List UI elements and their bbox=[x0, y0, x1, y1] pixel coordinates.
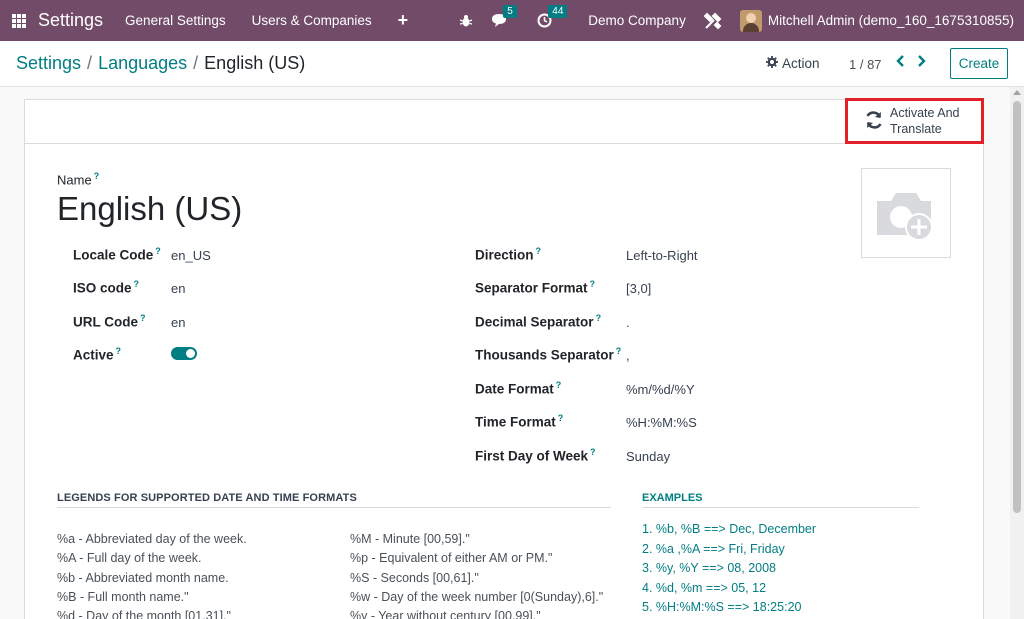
help-tooltip-icon[interactable]: ? bbox=[134, 279, 140, 289]
example-item: 5. %H:%M:%S ==> 18:25:20 bbox=[642, 600, 802, 614]
activate-and-translate-label: Activate And Translate bbox=[890, 106, 960, 136]
activities-icon[interactable]: 44 bbox=[537, 5, 568, 28]
legend-item: %M - Minute [00,59]." bbox=[350, 532, 470, 546]
thousands-separator-value[interactable]: , bbox=[626, 348, 630, 363]
help-tooltip-icon[interactable]: ? bbox=[140, 313, 146, 323]
navbar-systray: 5 44 Demo Company Mitchell Admin (demo_1… bbox=[459, 0, 1014, 41]
time-format-value[interactable]: %H:%M:%S bbox=[626, 415, 697, 430]
examples-divider bbox=[642, 507, 919, 508]
messages-badge: 5 bbox=[503, 5, 517, 18]
menu-general-settings[interactable]: General Settings bbox=[125, 13, 226, 28]
control-panel: Settings / Languages / English (US) Action 1… bbox=[0, 41, 1024, 87]
help-tooltip-icon[interactable]: ? bbox=[590, 447, 596, 457]
legends-title: LEGENDS FOR SUPPORTED DATE AND TIME FORM… bbox=[57, 492, 357, 504]
user-avatar[interactable] bbox=[739, 9, 762, 32]
scroll-up-arrow-icon[interactable] bbox=[1013, 90, 1021, 95]
pager-previous-icon[interactable] bbox=[895, 54, 905, 73]
record-name-field[interactable]: English (US) bbox=[57, 190, 242, 228]
form-statusbar: Activate And Translate bbox=[25, 98, 984, 144]
active-label: Active? bbox=[73, 346, 122, 363]
breadcrumb-languages[interactable]: Languages bbox=[98, 53, 187, 73]
help-tooltip-icon[interactable]: ? bbox=[155, 246, 161, 256]
image-upload[interactable] bbox=[861, 168, 951, 258]
direction-label: Direction? bbox=[475, 246, 542, 263]
thousands-separator-label: Thousands Separator? bbox=[475, 346, 622, 363]
activate-and-translate-button[interactable]: Activate And Translate bbox=[845, 98, 984, 144]
menu-plus-icon[interactable]: + bbox=[398, 10, 409, 31]
help-tooltip-icon[interactable]: ? bbox=[536, 246, 542, 256]
scrollbar-thumb[interactable] bbox=[1013, 101, 1021, 513]
name-label: Name? bbox=[57, 171, 100, 188]
action-button[interactable]: Action bbox=[766, 56, 820, 71]
help-tooltip-icon[interactable]: ? bbox=[94, 171, 100, 181]
direction-value[interactable]: Left-to-Right bbox=[626, 248, 698, 263]
company-switcher[interactable]: Demo Company bbox=[588, 13, 686, 28]
activities-badge: 44 bbox=[548, 5, 568, 18]
help-tooltip-icon[interactable]: ? bbox=[590, 279, 596, 289]
legend-item: %b - Abbreviated month name. bbox=[57, 571, 229, 585]
active-toggle[interactable] bbox=[171, 347, 197, 360]
legend-item: %A - Full day of the week. bbox=[57, 551, 202, 565]
pager-value[interactable]: 1 / 87 bbox=[849, 57, 882, 72]
legend-item: %p - Equivalent of either AM or PM." bbox=[350, 551, 553, 565]
action-label: Action bbox=[782, 56, 820, 71]
separator-format-value[interactable]: [3,0] bbox=[626, 281, 651, 296]
create-button[interactable]: Create bbox=[950, 48, 1008, 79]
separator-format-label: Separator Format? bbox=[475, 279, 596, 296]
example-item: 4. %d, %m ==> 05, 12 bbox=[642, 581, 767, 595]
camera-plus-icon bbox=[877, 193, 933, 241]
locale-code-value[interactable]: en_US bbox=[171, 248, 211, 263]
first-day-of-week-label: First Day of Week? bbox=[475, 447, 596, 464]
menu-users-companies[interactable]: Users & Companies bbox=[252, 13, 372, 28]
breadcrumb-current: English (US) bbox=[204, 53, 306, 73]
example-item: 3. %y, %Y ==> 08, 2008 bbox=[642, 561, 777, 575]
help-tooltip-icon[interactable]: ? bbox=[616, 346, 622, 356]
example-item: 1. %b, %B ==> Dec, December bbox=[642, 522, 817, 536]
legend-item: %a - Abbreviated day of the week. bbox=[57, 532, 247, 546]
breadcrumb: Settings / Languages / English (US) bbox=[16, 53, 305, 74]
decimal-separator-value[interactable]: . bbox=[626, 315, 630, 330]
breadcrumb-separator: / bbox=[87, 53, 93, 73]
iso-code-label: ISO code? bbox=[73, 279, 140, 296]
examples-title: EXAMPLES bbox=[642, 492, 703, 504]
page-scrollbar[interactable] bbox=[1010, 87, 1024, 619]
tools-icon[interactable] bbox=[703, 12, 722, 30]
help-tooltip-icon[interactable]: ? bbox=[558, 413, 564, 423]
messages-icon[interactable]: 5 bbox=[491, 5, 517, 28]
locale-code-label: Locale Code? bbox=[73, 246, 161, 263]
first-day-of-week-value[interactable]: Sunday bbox=[626, 449, 670, 464]
help-tooltip-icon[interactable]: ? bbox=[116, 346, 122, 356]
decimal-separator-label: Decimal Separator? bbox=[475, 313, 602, 330]
refresh-icon bbox=[864, 110, 884, 133]
url-code-label: URL Code? bbox=[73, 313, 146, 330]
bug-icon[interactable] bbox=[459, 14, 473, 28]
breadcrumb-separator: / bbox=[193, 53, 199, 73]
legend-item: %w - Day of the week number [0(Sunday),6… bbox=[350, 590, 604, 604]
pager-next-icon[interactable] bbox=[917, 54, 927, 73]
top-navbar: Settings General Settings Users & Compan… bbox=[0, 0, 1024, 41]
app-name[interactable]: Settings bbox=[38, 10, 103, 31]
example-item: 2. %a ,%A ==> Fri, Friday bbox=[642, 542, 785, 556]
url-code-value[interactable]: en bbox=[171, 315, 185, 330]
legends-divider bbox=[57, 507, 611, 508]
legend-item: %S - Seconds [00,61]." bbox=[350, 571, 479, 585]
legend-item: %B - Full month name." bbox=[57, 590, 189, 604]
help-tooltip-icon[interactable]: ? bbox=[556, 380, 562, 390]
iso-code-value[interactable]: en bbox=[171, 281, 185, 296]
legend-item: %d - Day of the month [01,31]." bbox=[57, 609, 231, 619]
help-tooltip-icon[interactable]: ? bbox=[596, 313, 602, 323]
user-menu[interactable]: Mitchell Admin (demo_160_1675310855) bbox=[768, 13, 1014, 28]
time-format-label: Time Format? bbox=[475, 413, 564, 430]
date-format-value[interactable]: %m/%d/%Y bbox=[626, 382, 695, 397]
gear-icon bbox=[766, 56, 778, 71]
date-format-label: Date Format? bbox=[475, 380, 562, 397]
legend-item: %y - Year without century [00,99]." bbox=[350, 609, 541, 619]
form-sheet: Activate And Translate Name? English (US… bbox=[24, 98, 984, 619]
apps-menu-icon[interactable] bbox=[12, 13, 26, 28]
breadcrumb-settings[interactable]: Settings bbox=[16, 53, 81, 73]
